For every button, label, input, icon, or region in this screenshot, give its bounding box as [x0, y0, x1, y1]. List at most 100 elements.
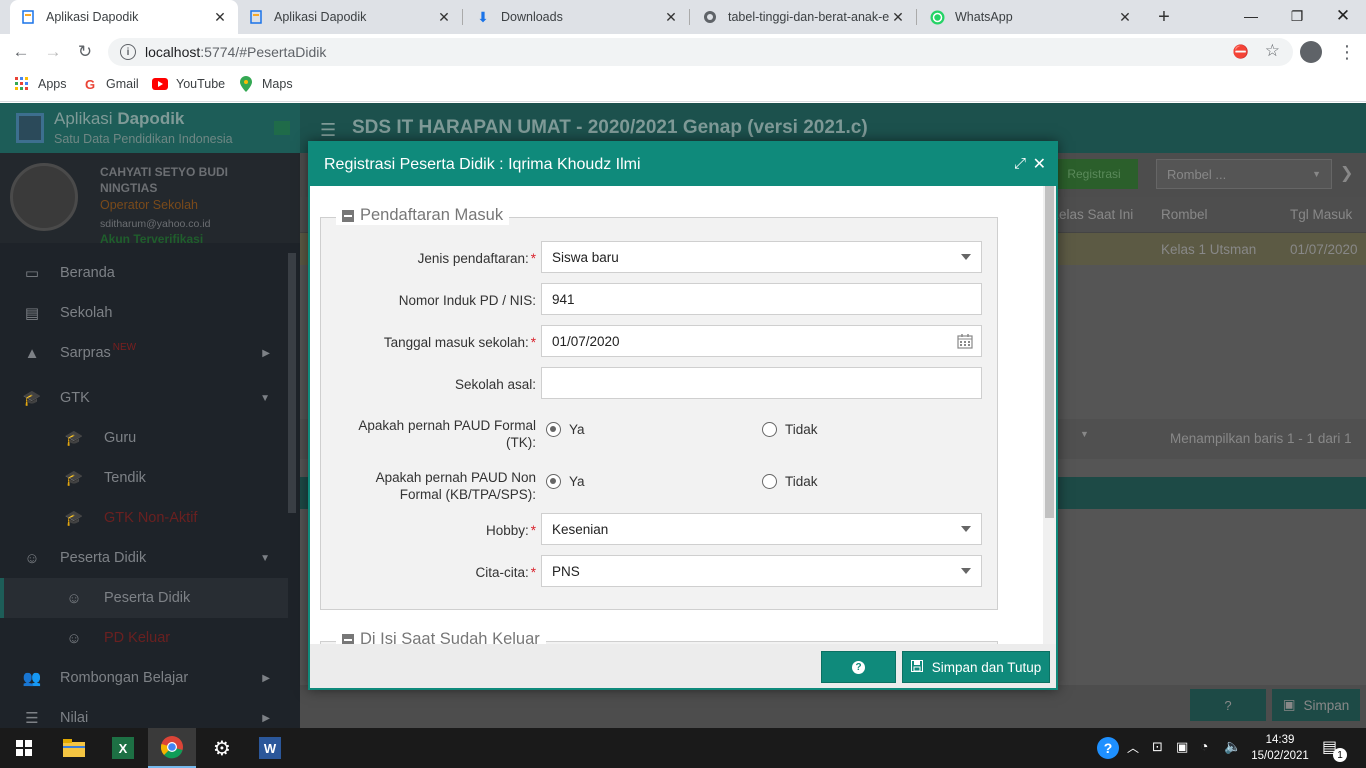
- help-icon[interactable]: ?: [1190, 689, 1266, 721]
- bookmark-star-icon[interactable]: ☆: [1265, 41, 1280, 61]
- tanggal-masuk-input[interactable]: 01/07/2020: [541, 325, 982, 357]
- paud-nonformal-tidak-radio[interactable]: Tidak: [762, 474, 818, 489]
- network-icon[interactable]: ⊡: [1152, 739, 1163, 755]
- paud-nonformal-ya-radio[interactable]: Ya: [546, 474, 585, 489]
- hobby-select[interactable]: Kesenian: [541, 513, 982, 545]
- restore-button[interactable]: ❐: [1274, 0, 1320, 32]
- close-window-button[interactable]: ✕: [1320, 0, 1366, 32]
- profile-avatar-icon[interactable]: [1300, 41, 1322, 63]
- sekolah-asal-input[interactable]: [541, 367, 982, 399]
- bookmark-youtube[interactable]: YouTube: [152, 76, 225, 92]
- tab-close-icon[interactable]: ✕: [1117, 9, 1133, 26]
- chevron-down-icon[interactable]: ▼: [1080, 429, 1089, 439]
- radio-label: Tidak: [785, 474, 818, 489]
- tab-close-icon[interactable]: ✕: [890, 9, 906, 26]
- menu-kebab-icon[interactable]: ⋮: [1334, 39, 1360, 65]
- minimize-button[interactable]: —: [1228, 0, 1274, 32]
- menu-sarpras[interactable]: ▲ Sarpras NEW ▶: [0, 333, 288, 373]
- tab-aplikasi-dapodik-active[interactable]: Aplikasi Dapodik ✕: [10, 0, 238, 34]
- modal-scrollbar-thumb[interactable]: [1045, 186, 1054, 518]
- tab-tabel-tinggi[interactable]: tabel-tinggi-dan-berat-anak-e ✕: [692, 0, 916, 34]
- tab-title: Aplikasi Dapodik: [46, 10, 139, 24]
- info-icon[interactable]: i: [120, 44, 136, 60]
- chevron-up-icon[interactable]: ︿: [1127, 739, 1139, 756]
- bookmark-label: YouTube: [176, 77, 226, 91]
- menu-guru[interactable]: 🎓 Guru: [0, 418, 288, 458]
- back-button[interactable]: ←: [8, 39, 34, 65]
- radio-circle: [546, 422, 561, 437]
- tab-downloads[interactable]: ⬇ Downloads ✕: [465, 0, 689, 34]
- menu-label: GTK Non-Aktif: [104, 510, 198, 526]
- hamburger-icon[interactable]: ☰: [320, 120, 336, 141]
- tab-close-icon[interactable]: ✕: [436, 9, 452, 26]
- menu-gtk[interactable]: 🎓 GTK ▼: [0, 378, 288, 418]
- reload-button[interactable]: ↻: [72, 39, 98, 65]
- address-bar-row: ← → ↻ i localhost:5774/#PesertaDidik ⛔ ☆…: [0, 34, 1366, 70]
- jenis-pendaftaran-select[interactable]: Siswa baru: [541, 241, 982, 273]
- tab-close-icon[interactable]: ✕: [212, 9, 228, 26]
- tab-title: Downloads: [501, 10, 563, 24]
- tab-title: WhatsApp: [955, 10, 1013, 24]
- close-icon[interactable]: ✕: [1033, 154, 1046, 174]
- menu-label: Rombongan Belajar: [60, 670, 189, 686]
- bookmark-gmail[interactable]: G Gmail: [82, 76, 139, 92]
- menu-sekolah[interactable]: ▤ Sekolah: [0, 293, 288, 333]
- wifi-icon[interactable]: ◔: [1200, 738, 1208, 754]
- registrasi-button[interactable]: Registrasi: [1050, 159, 1138, 189]
- sidebar: Aplikasi Dapodik Satu Data Pendidikan In…: [0, 103, 300, 728]
- modal-footer: ? Simpan dan Tutup: [310, 644, 1056, 688]
- volume-icon[interactable]: 🔈: [1224, 738, 1241, 755]
- excel-icon[interactable]: X: [99, 728, 147, 768]
- file-explorer-icon[interactable]: [50, 728, 98, 768]
- settings-gear-icon[interactable]: ⚙: [198, 728, 246, 768]
- menu-rombongan-belajar[interactable]: 👥 Rombongan Belajar ▶: [0, 658, 288, 698]
- help-button[interactable]: ?: [821, 651, 896, 683]
- simpan-button[interactable]: ▣ Simpan: [1272, 689, 1360, 721]
- menu-peserta-didik-sub[interactable]: ☺ Peserta Didik: [0, 578, 288, 618]
- legend-pendaftaran-masuk[interactable]: Pendaftaran Masuk: [336, 206, 510, 225]
- menu-tendik[interactable]: 🎓 Tendik: [0, 458, 288, 498]
- tab-aplikasi-dapodik[interactable]: Aplikasi Dapodik ✕: [238, 0, 462, 34]
- clock[interactable]: 14:39 15/02/2021: [1248, 732, 1312, 764]
- paud-formal-tidak-radio[interactable]: Tidak: [762, 422, 818, 437]
- modal-scrollbar-track[interactable]: [1043, 186, 1056, 644]
- menu-beranda[interactable]: ▭ Beranda: [0, 253, 288, 293]
- url-path: :5774/#PesertaDidik: [200, 44, 327, 60]
- battery-icon[interactable]: ▣: [1176, 739, 1188, 755]
- input-value: 941: [552, 291, 575, 307]
- menu-peserta-didik[interactable]: ☺ Peserta Didik ▼: [0, 538, 288, 578]
- rombel-select[interactable]: Rombel ... ▼: [1156, 159, 1332, 189]
- windows-start-icon[interactable]: [0, 728, 48, 768]
- label-nis: Nomor Induk PD / NIS:: [398, 293, 536, 308]
- cita-cita-select[interactable]: PNS: [541, 555, 982, 587]
- paud-formal-ya-radio[interactable]: Ya: [546, 422, 585, 437]
- simpan-dan-tutup-button[interactable]: Simpan dan Tutup: [902, 651, 1050, 683]
- expand-icon[interactable]: ⤢: [1014, 155, 1026, 172]
- tab-whatsapp[interactable]: WhatsApp ✕: [919, 0, 1143, 34]
- sidebar-scrollbar[interactable]: [288, 253, 296, 513]
- blocked-icon[interactable]: ⛔: [1233, 44, 1249, 60]
- menu-gtk-non-aktif[interactable]: 🎓 GTK Non-Aktif: [0, 498, 288, 538]
- menu-nilai[interactable]: ☰ Nilai ▶: [0, 698, 288, 728]
- bookmark-maps[interactable]: Maps: [238, 76, 293, 92]
- calendar-icon[interactable]: [957, 333, 973, 352]
- menu-pd-keluar[interactable]: ☺ PD Keluar: [0, 618, 288, 658]
- label-paud-formal: Apakah pernah PAUD Formal (TK):: [358, 418, 536, 450]
- brand-title: Aplikasi Dapodik: [54, 109, 185, 128]
- graduation-cap-icon: 🎓: [64, 430, 84, 447]
- select-value: Siswa baru: [552, 249, 619, 265]
- chevron-right-icon[interactable]: ❯: [1340, 163, 1353, 183]
- url-field[interactable]: i localhost:5774/#PesertaDidik ⛔ ☆: [108, 38, 1293, 66]
- chrome-icon[interactable]: [148, 728, 196, 768]
- new-tab-button[interactable]: +: [1151, 4, 1177, 30]
- word-icon[interactable]: W: [246, 728, 294, 768]
- brand-toggle-icon[interactable]: [274, 121, 290, 135]
- help-tray-icon[interactable]: ?: [1097, 737, 1119, 759]
- tab-close-icon[interactable]: ✕: [663, 9, 679, 26]
- smile-icon: ☺: [66, 629, 82, 647]
- nis-input[interactable]: 941: [541, 283, 982, 315]
- bookmark-apps[interactable]: Apps: [14, 76, 67, 92]
- legend-keluar[interactable]: Di Isi Saat Sudah Keluar: [336, 630, 546, 644]
- menu-label: GTK: [60, 390, 90, 406]
- forward-button[interactable]: →: [40, 39, 66, 65]
